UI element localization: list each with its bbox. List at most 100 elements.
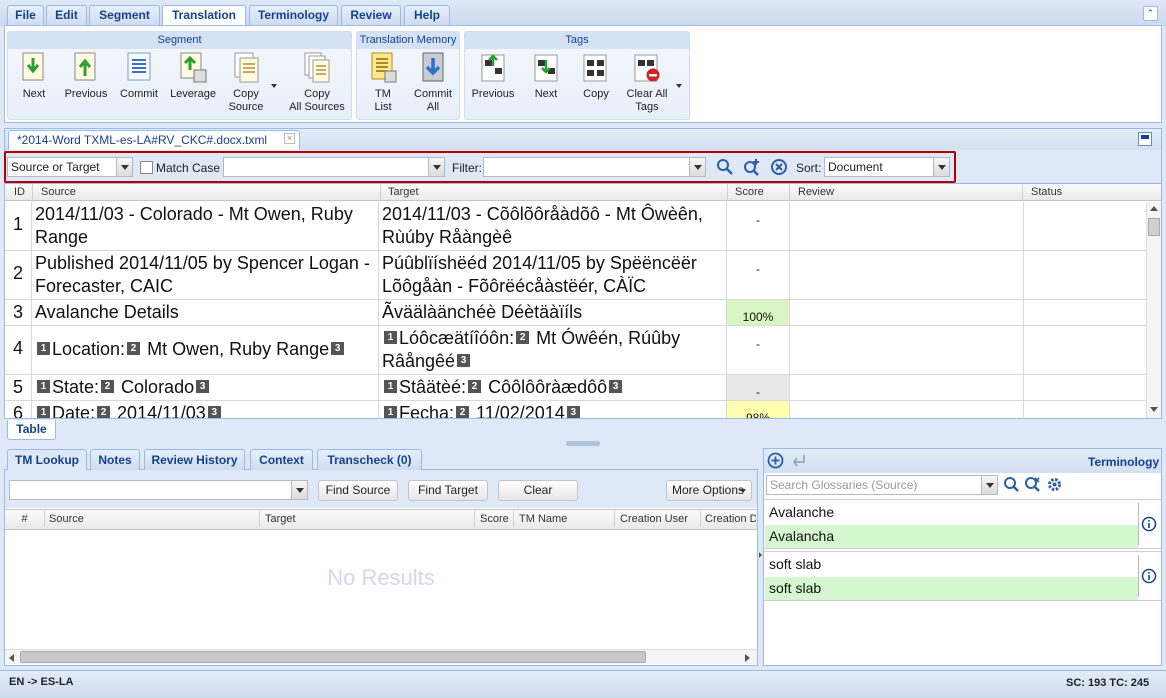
- chevron-down-icon[interactable]: [291, 481, 307, 499]
- tm-header-creation-date[interactable]: Creation D: [701, 511, 756, 527]
- review-cell[interactable]: [790, 251, 1024, 299]
- tm-header-number[interactable]: #: [5, 511, 45, 527]
- header-review[interactable]: Review: [794, 184, 1023, 200]
- tab-segment[interactable]: Segment: [89, 5, 160, 25]
- tab-transcheck[interactable]: Transcheck (0): [317, 449, 422, 470]
- table-row[interactable]: 4 1 Location: 2 Mt Owen, Ruby Range 3 1 Lóôc…: [5, 326, 1146, 375]
- tm-horizontal-scrollbar[interactable]: [5, 649, 757, 664]
- table-row[interactable]: 6 1 Date: 2 2014/11/03 3 1 Fecha: 2 11/02/201…: [5, 401, 1146, 418]
- term-target[interactable]: Avalancha: [765, 525, 1138, 548]
- insert-term-icon[interactable]: [790, 452, 807, 469]
- find-target-button[interactable]: Find Target: [408, 480, 488, 501]
- search-input[interactable]: [223, 157, 445, 177]
- search-next-icon[interactable]: [743, 158, 761, 176]
- term-target[interactable]: soft slab: [765, 577, 1138, 600]
- tm-header-source[interactable]: Source: [45, 511, 260, 527]
- tab-translation[interactable]: Translation: [162, 5, 246, 26]
- target-cell[interactable]: 1 Stâätèé: 2 Côôlôôràædôô 3: [379, 375, 727, 400]
- scroll-down-icon[interactable]: [1150, 407, 1158, 412]
- table-row[interactable]: 5 1 State: 2 Colorado 3 1 Stâätèé: 2 Côôlôôrà…: [5, 375, 1146, 401]
- tm-header-tm-name[interactable]: TM Name: [515, 511, 615, 527]
- tab-context[interactable]: Context: [250, 449, 313, 470]
- table-row[interactable]: 1 2014/11/03 - Colorado - Mt Owen, Ruby …: [5, 202, 1146, 251]
- source-cell[interactable]: 1 State: 2 Colorado 3: [32, 375, 379, 400]
- review-cell[interactable]: [790, 375, 1024, 400]
- close-document-icon[interactable]: ×: [284, 133, 295, 144]
- scroll-thumb[interactable]: [20, 651, 646, 663]
- tab-help[interactable]: Help: [404, 5, 450, 25]
- collapse-ribbon-icon[interactable]: ⌃: [1143, 6, 1158, 21]
- review-cell[interactable]: [790, 202, 1024, 250]
- target-cell[interactable]: 1 Lóôcæätíîóôn: 2 Mt Ówêén, Rúûby Râångêé 3: [379, 326, 727, 374]
- info-icon[interactable]: [1141, 568, 1157, 584]
- review-cell[interactable]: [790, 300, 1024, 325]
- header-id[interactable]: ID: [10, 184, 33, 200]
- search-icon[interactable]: [716, 158, 734, 176]
- tab-tm-lookup[interactable]: TM Lookup: [7, 449, 87, 470]
- chevron-down-icon[interactable]: [116, 158, 132, 176]
- review-cell[interactable]: [790, 326, 1024, 374]
- match-case-checkbox[interactable]: [140, 161, 153, 174]
- tm-header-creation-user[interactable]: Creation User: [616, 511, 701, 527]
- copy-all-sources-button[interactable]: Copy All Sources: [286, 52, 348, 114]
- scroll-right-icon[interactable]: [745, 654, 750, 662]
- header-source[interactable]: Source: [37, 184, 381, 200]
- copy-source-dropdown-icon[interactable]: [271, 84, 277, 88]
- glossary-search-input[interactable]: Search Glossaries (Source): [766, 475, 998, 495]
- scroll-thumb[interactable]: [1148, 218, 1160, 236]
- glossary-search-icon[interactable]: [1003, 476, 1020, 493]
- splitter-handle[interactable]: [566, 441, 600, 446]
- chevron-down-icon[interactable]: [689, 158, 705, 176]
- target-cell[interactable]: Ãväälàänchéè Déètäàïíls: [379, 300, 727, 325]
- chevron-down-icon[interactable]: [933, 158, 949, 176]
- clear-filter-icon[interactable]: [770, 158, 788, 176]
- target-cell[interactable]: Púûblïíshëéd 2014/11/05 by Spëëncëër Lõô…: [379, 251, 727, 299]
- scroll-up-icon[interactable]: [1150, 206, 1158, 211]
- tm-search-input[interactable]: [9, 480, 308, 500]
- scroll-left-icon[interactable]: [9, 654, 14, 662]
- maximize-panel-icon[interactable]: [1138, 132, 1152, 146]
- scope-select[interactable]: Source or Target: [7, 157, 133, 177]
- table-row[interactable]: 2 Published 2014/11/05 by Spencer Logan …: [5, 251, 1146, 300]
- source-cell[interactable]: Avalanche Details: [32, 300, 379, 325]
- tab-notes[interactable]: Notes: [90, 449, 140, 470]
- previous-segment-button[interactable]: Previous: [62, 52, 110, 101]
- commit-all-button[interactable]: Commit All: [412, 52, 454, 114]
- source-cell[interactable]: 1 Location: 2 Mt Owen, Ruby Range 3: [32, 326, 379, 374]
- target-cell[interactable]: 1 Fecha: 2 11/02/2014 3: [379, 401, 727, 418]
- tm-list-button[interactable]: TM List: [366, 52, 400, 114]
- grid-scrollbar[interactable]: [1146, 202, 1161, 418]
- clear-button[interactable]: Clear: [498, 480, 578, 501]
- glossary-clear-icon[interactable]: [1024, 476, 1041, 493]
- tab-edit[interactable]: Edit: [46, 5, 87, 25]
- info-icon[interactable]: [1141, 516, 1157, 532]
- commit-button[interactable]: Commit: [118, 52, 160, 101]
- chevron-down-icon[interactable]: [981, 476, 997, 494]
- header-target[interactable]: Target: [384, 184, 728, 200]
- gear-icon[interactable]: [1046, 476, 1063, 493]
- tab-file[interactable]: File: [7, 5, 44, 25]
- tm-header-target[interactable]: Target: [261, 511, 475, 527]
- document-tab[interactable]: *2014-Word TXML-es-LA#RV_CKC#.docx.txml …: [8, 130, 300, 150]
- copy-source-button[interactable]: Copy Source: [226, 52, 266, 114]
- source-cell[interactable]: 1 Date: 2 2014/11/03 3: [32, 401, 379, 418]
- tab-review-history[interactable]: Review History: [144, 449, 245, 470]
- more-options-button[interactable]: More Options: [666, 480, 752, 501]
- header-status[interactable]: Status: [1027, 184, 1145, 200]
- collapse-arrow-icon[interactable]: [759, 552, 762, 558]
- next-segment-button[interactable]: Next: [16, 52, 52, 101]
- review-cell[interactable]: [790, 401, 1024, 418]
- tab-terminology[interactable]: Terminology: [249, 5, 338, 25]
- header-score[interactable]: Score: [731, 184, 790, 200]
- copy-tags-button[interactable]: Copy: [578, 52, 614, 101]
- clear-all-tags-button[interactable]: Clear All Tags: [624, 52, 670, 114]
- sort-select[interactable]: Document: [824, 157, 950, 177]
- tab-review[interactable]: Review: [341, 5, 401, 25]
- clear-tags-dropdown-icon[interactable]: [676, 84, 682, 88]
- tab-table[interactable]: Table: [7, 420, 56, 440]
- filter-input[interactable]: [483, 157, 706, 177]
- source-cell[interactable]: Published 2014/11/05 by Spencer Logan - …: [32, 251, 379, 299]
- leverage-button[interactable]: Leverage: [167, 52, 219, 101]
- source-cell[interactable]: 2014/11/03 - Colorado - Mt Owen, Ruby Ra…: [32, 202, 379, 250]
- previous-tag-button[interactable]: Previous: [470, 52, 516, 101]
